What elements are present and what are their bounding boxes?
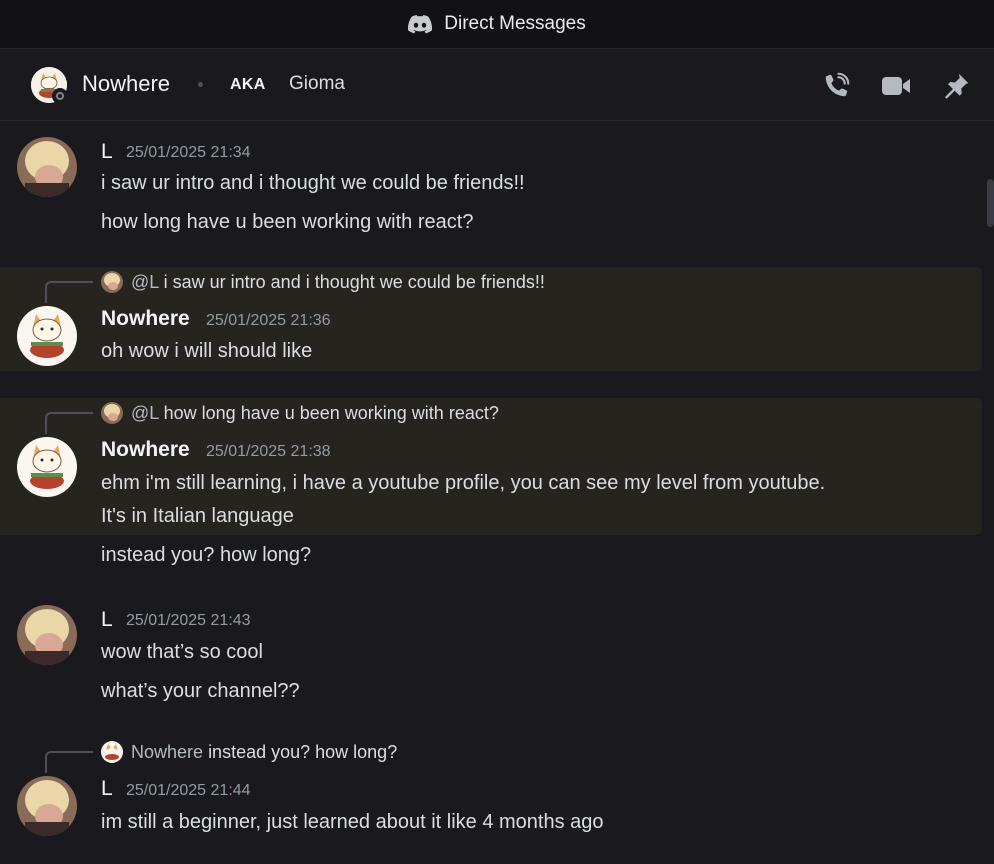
message-text: oh wow i will should like — [101, 340, 313, 362]
message: @L how long have u been working with rea… — [0, 398, 982, 535]
message-author[interactable]: Nowhere — [101, 307, 190, 331]
message: @L i saw ur intro and i thought we could… — [0, 267, 982, 371]
pinned-messages-button[interactable] — [940, 71, 972, 101]
avatar — [101, 271, 123, 293]
pin-icon — [942, 72, 970, 100]
message-author[interactable]: L — [101, 608, 113, 632]
message: L 25/01/2025 21:34 i saw ur intro and i … — [0, 131, 982, 241]
avatar[interactable] — [17, 776, 77, 836]
message-text: ehm i'm still learning, i have a youtube… — [101, 472, 826, 494]
avatar[interactable] — [17, 137, 77, 197]
message-text: It's in Italian language — [101, 505, 294, 527]
message-timestamp: 25/01/2025 21:44 — [126, 782, 251, 799]
message-timestamp: 25/01/2025 21:34 — [126, 144, 251, 161]
avatar[interactable] — [17, 605, 77, 665]
avatar[interactable] — [17, 306, 77, 366]
aka-label: AKA — [230, 76, 266, 93]
reply-text: i saw ur intro and i thought we could be… — [163, 272, 545, 292]
avatar — [101, 402, 123, 424]
scrollbar-thumb[interactable] — [987, 179, 994, 227]
message-text: what’s your channel?? — [101, 680, 300, 702]
discord-logo-icon — [408, 14, 433, 34]
reply-mention: @L — [131, 403, 159, 423]
recipient-nickname: Gioma — [289, 73, 345, 94]
message-author[interactable]: L — [101, 140, 113, 164]
dm-recipient-name[interactable]: Nowhere — [82, 71, 170, 97]
voice-call-button[interactable] — [820, 71, 852, 101]
message-timestamp: 25/01/2025 21:36 — [206, 312, 331, 329]
message-text: how long have u been working with react? — [101, 211, 474, 233]
message: L 25/01/2025 21:43 wow that’s so cool wh… — [0, 599, 982, 709]
message-text: instead you? how long? — [101, 544, 312, 566]
separator-dot — [198, 82, 203, 87]
message-timestamp: 25/01/2025 21:38 — [206, 443, 331, 460]
message: Nowhere instead you? how long? L 25/01/2… — [0, 737, 982, 847]
reply-text: how long have u been working with react? — [163, 403, 499, 423]
dm-header: Nowhere AKA Gioma — [0, 49, 994, 121]
message-text: im still a beginner, just learned about … — [101, 811, 604, 833]
message-author[interactable]: Nowhere — [101, 438, 190, 462]
video-call-button[interactable] — [880, 71, 912, 101]
message-timestamp: 25/01/2025 21:43 — [126, 612, 251, 629]
status-indicator — [52, 88, 68, 104]
video-call-icon — [881, 74, 911, 98]
message-list[interactable]: L 25/01/2025 21:34 i saw ur intro and i … — [0, 121, 994, 864]
reply-mention: Nowhere — [131, 742, 204, 762]
window-title: Direct Messages — [444, 13, 586, 34]
reply-mention: @L — [131, 272, 159, 292]
voice-call-icon — [822, 72, 850, 100]
message-text: wow that’s so cool — [101, 641, 263, 663]
message-author[interactable]: L — [101, 777, 113, 801]
message-text: i saw ur intro and i thought we could be… — [101, 172, 525, 194]
avatar — [101, 741, 123, 763]
avatar[interactable] — [17, 437, 77, 497]
title-bar: Direct Messages — [0, 0, 994, 49]
reply-text: instead you? how long? — [208, 742, 398, 762]
